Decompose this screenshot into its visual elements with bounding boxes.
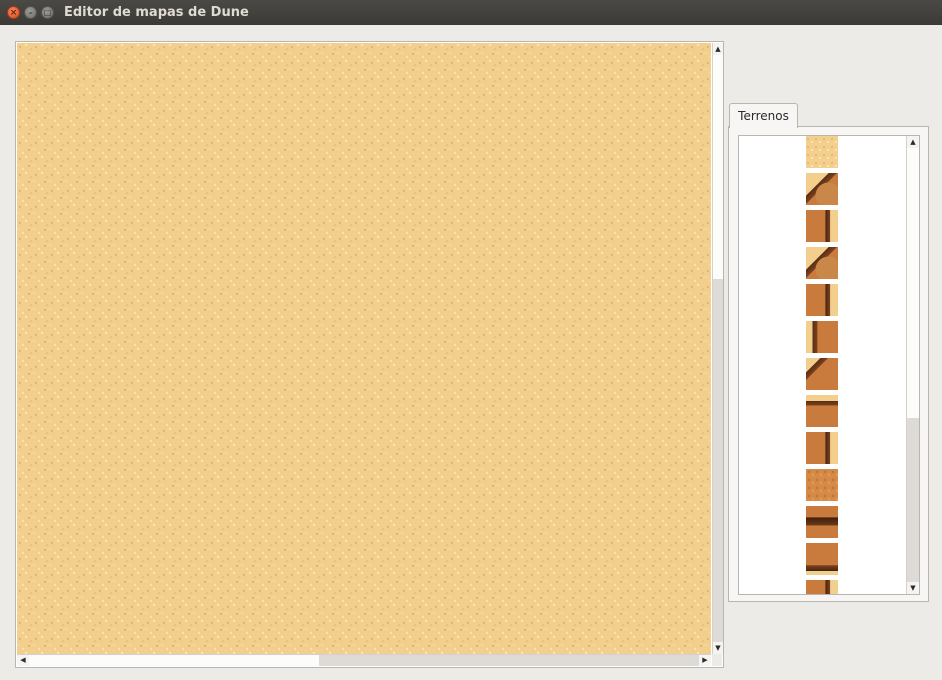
tab-terrenos[interactable]: Terrenos: [729, 103, 798, 128]
scroll-right-icon[interactable]: ▶: [700, 655, 710, 665]
terrain-tile-rock-corner[interactable]: [806, 247, 838, 279]
maximize-glyph: □: [43, 8, 52, 17]
scroll-left-icon[interactable]: ◀: [18, 655, 28, 665]
terrain-tile-rock-corner-tl[interactable]: [806, 358, 838, 390]
terrain-tile-rock-edge[interactable]: [806, 321, 838, 353]
terrain-panel: ▲ ▼: [728, 126, 929, 602]
maximize-icon[interactable]: □: [41, 6, 54, 19]
scroll-down-icon[interactable]: ▼: [908, 583, 918, 593]
close-icon[interactable]: ×: [7, 6, 20, 19]
map-horizontal-scroll-track[interactable]: [319, 655, 699, 666]
scroll-down-icon[interactable]: ▼: [713, 643, 723, 653]
map-vertical-scrollbar[interactable]: ▲ ▼: [712, 43, 723, 654]
map-horizontal-scroll-thumb[interactable]: [29, 655, 320, 666]
title-bar: × – □ Editor de mapas de Dune: [0, 0, 942, 25]
terrain-tile-rock-side[interactable]: [806, 580, 838, 594]
window-title: Editor de mapas de Dune: [64, 5, 249, 20]
scroll-corner: [712, 654, 722, 666]
terrain-list-scroll-thumb[interactable]: [907, 148, 919, 419]
scroll-up-icon[interactable]: ▲: [713, 44, 723, 54]
terrain-tile-rock-side[interactable]: [806, 210, 838, 242]
scroll-up-icon[interactable]: ▲: [908, 137, 918, 147]
terrain-tile-sand[interactable]: [806, 136, 838, 168]
terrain-list-scrollbar[interactable]: ▲ ▼: [906, 136, 919, 594]
minimize-glyph: –: [28, 8, 33, 17]
map-scroll-area: ▲ ▼ ◀ ▶: [15, 41, 724, 668]
terrain-tile-rock-corner[interactable]: [806, 173, 838, 205]
map-vertical-scroll-track[interactable]: [713, 279, 723, 642]
terrain-tile-rock-bottom[interactable]: [806, 543, 838, 575]
terrain-list-scroll-track[interactable]: [907, 418, 919, 582]
map-horizontal-scrollbar[interactable]: ◀ ▶: [17, 654, 711, 666]
map-canvas[interactable]: [17, 43, 711, 654]
map-vertical-scroll-thumb[interactable]: [713, 55, 723, 280]
terrain-tiles: [806, 136, 839, 594]
terrain-tile-rock-side[interactable]: [806, 432, 838, 464]
terrain-tile-rock-mid[interactable]: [806, 506, 838, 538]
terrain-tile-rock-side[interactable]: [806, 284, 838, 316]
terrain-tile-rock-full[interactable]: [806, 469, 838, 501]
terrain-tile-rock-top[interactable]: [806, 395, 838, 427]
tab-terrenos-label: Terrenos: [738, 109, 789, 123]
terrain-list: ▲ ▼: [738, 135, 920, 595]
minimize-icon[interactable]: –: [24, 6, 37, 19]
close-glyph: ×: [9, 8, 18, 18]
